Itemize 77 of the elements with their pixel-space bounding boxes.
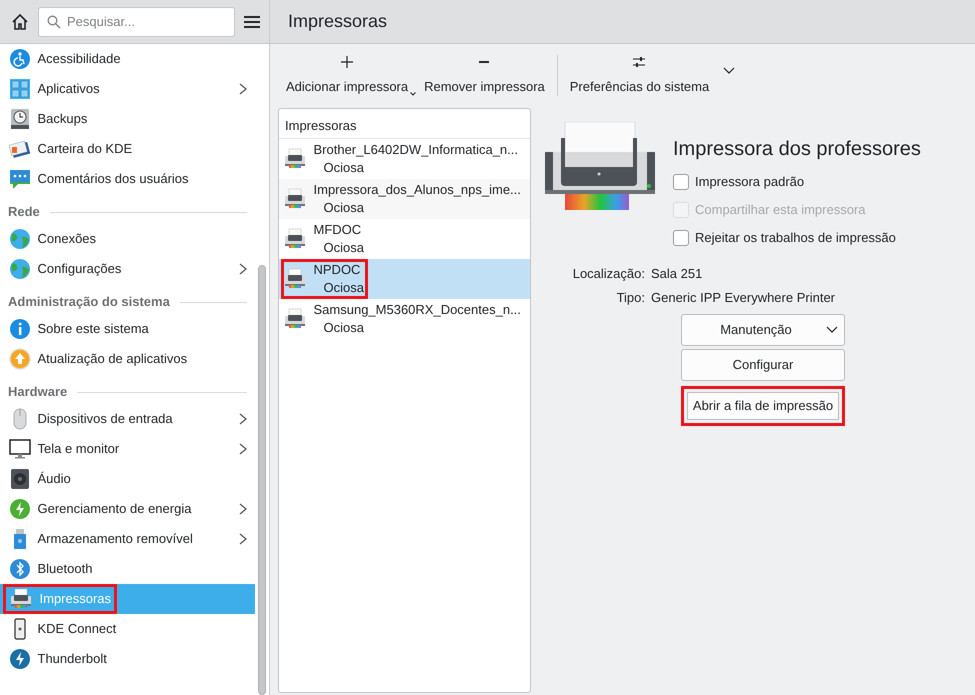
toolbar-button[interactable]: Adicionar impressora	[278, 49, 416, 102]
printer-icon	[283, 307, 307, 331]
sidebar-item[interactable]: Gerenciamento de energia	[0, 494, 255, 524]
lightning-icon	[9, 498, 31, 520]
printer-icon	[9, 587, 33, 611]
printer-item[interactable]: Brother_L6402DW_Informatica_n... Ociosa	[279, 139, 530, 179]
sidebar-item[interactable]: Sobre este sistema	[0, 314, 255, 344]
scrollbar-thumb[interactable]	[258, 265, 266, 695]
field-label: Localização:	[572, 265, 645, 284]
sidebar-item[interactable]: Tela e monitor	[0, 434, 255, 464]
monitor-icon	[9, 438, 31, 460]
printer-status: Ociosa	[322, 239, 364, 257]
printer-name: Brother_L6402DW_Informatica_n...	[314, 141, 518, 159]
checkbox-option: Compartilhar esta impressora	[673, 196, 921, 224]
sidebar-item[interactable]: Thunderbolt	[0, 644, 255, 674]
info-icon	[9, 318, 31, 340]
sidebar-item[interactable]: Armazenamento removível	[0, 524, 255, 554]
printer-status: Ociosa	[322, 319, 365, 337]
section-heading: Hardware	[8, 383, 68, 402]
sliders-icon	[633, 56, 646, 67]
dropdown-button[interactable]: Manutenção	[681, 314, 845, 346]
printer-name: Samsung_M5360RX_Docentes_n...	[314, 301, 521, 319]
sidebar-item[interactable]: Conexões	[0, 224, 255, 254]
globe-icon	[9, 228, 31, 250]
section-heading: Rede	[8, 203, 40, 222]
printer-icon	[283, 267, 307, 291]
search-field[interactable]: Pesquisar...	[38, 6, 235, 36]
sidebar-item[interactable]: Backups	[0, 104, 255, 134]
plus-icon	[341, 56, 354, 68]
sidebar-item[interactable]: Comentários dos usuários	[0, 164, 255, 194]
chat-bubble-icon	[9, 168, 31, 190]
printer-status: Ociosa	[322, 159, 365, 177]
printer-item[interactable]: NPDOC Ociosa	[279, 259, 530, 299]
caret-icon	[826, 326, 838, 334]
menu-icon[interactable]	[243, 14, 261, 28]
checkbox-option[interactable]: Impressora padrão	[673, 168, 921, 196]
speaker-icon	[9, 468, 31, 490]
printer-icon	[283, 147, 307, 171]
printer-name: Impressora_dos_Alunos_nps_ime...	[314, 181, 521, 199]
printer-status: Ociosa	[322, 279, 364, 297]
list-header: Impressoras	[279, 109, 530, 139]
printer-item[interactable]: Samsung_M5360RX_Docentes_n... Ociosa	[279, 299, 530, 339]
sidebar-item[interactable]: Áudio	[0, 464, 255, 494]
lightning-icon	[9, 648, 31, 670]
sidebar-item[interactable]: Dispositivos de entrada	[0, 404, 255, 434]
toolbar-button[interactable]: Preferências do sistema	[562, 49, 718, 102]
apps-grid-icon	[9, 78, 31, 100]
sidebar-item[interactable]: Atualização de aplicativos	[0, 344, 255, 374]
field-value: Sala 251	[651, 265, 704, 284]
printer-icon	[283, 187, 307, 211]
sidebar-item[interactable]: Aplicativos	[0, 74, 255, 104]
sidebar-item[interactable]: Carteira do KDE	[0, 134, 255, 164]
accessibility-icon	[9, 48, 31, 70]
globe-icon	[9, 258, 31, 280]
page-title: Impressoras	[288, 10, 388, 33]
sidebar-item[interactable]: Bluetooth	[0, 554, 255, 584]
printer-name: NPDOC	[314, 261, 362, 279]
printer-title: Impressora dos professores	[673, 137, 921, 162]
printer-name: MFDOC	[314, 221, 362, 239]
wallet-icon	[9, 138, 31, 160]
bluetooth-icon	[9, 558, 31, 580]
sidebar-item[interactable]: Configurações	[0, 254, 255, 284]
printer-icon	[283, 227, 307, 251]
toolbar-button[interactable]: Remover impressora	[416, 49, 553, 102]
printer-item[interactable]: Impressora_dos_Alunos_nps_ime... Ociosa	[279, 179, 530, 219]
minus-icon	[479, 60, 490, 63]
field-label: Tipo:	[616, 289, 645, 308]
sidebar-item[interactable]: KDE Connect	[0, 614, 255, 644]
field-value: Generic IPP Everywhere Printer	[651, 289, 836, 308]
action-button[interactable]: Abrir a fila de impressão	[681, 386, 845, 426]
printer-item[interactable]: MFDOC Ociosa	[279, 219, 530, 259]
action-button[interactable]: Configurar	[681, 349, 845, 381]
section-heading: Administração do sistema	[8, 293, 170, 312]
sidebar-item[interactable]: Acessibilidade	[0, 44, 255, 74]
checkbox-option[interactable]: Rejeitar os trabalhos de impressão	[673, 224, 921, 252]
home-icon[interactable]	[10, 12, 30, 32]
printer-status: Ociosa	[322, 199, 365, 217]
